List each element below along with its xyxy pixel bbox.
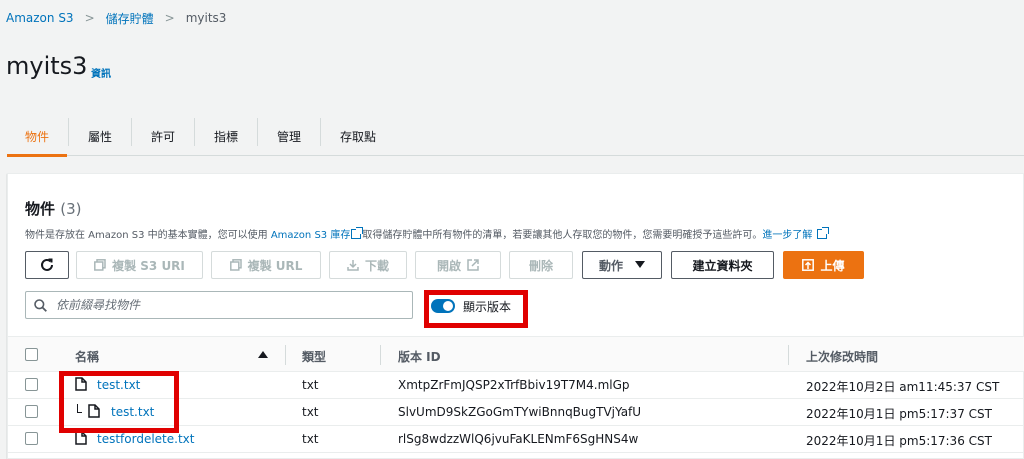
table-row: test.txt txt SlvUmD9SkZGoGmTYwiBnnqBugTV… <box>8 399 1024 426</box>
upload-button[interactable]: 上傳 <box>783 251 864 279</box>
refresh-button[interactable] <box>25 251 69 279</box>
tab-permissions[interactable]: 許可 <box>132 116 194 156</box>
external-link-icon <box>816 227 829 239</box>
actions-label: 動作 <box>598 258 623 273</box>
tab-metrics[interactable]: 指標 <box>195 116 257 156</box>
learn-more-link[interactable]: 進一步了解 <box>762 230 812 241</box>
file-icon <box>88 404 100 418</box>
objects-panel: 物件 (3) 物件是存放在 Amazon S3 中的基本實體，您可以使用 Ama… <box>7 173 1024 459</box>
tab-properties[interactable]: 屬性 <box>69 116 131 156</box>
upload-label: 上傳 <box>820 258 845 273</box>
object-type: txt <box>302 405 319 419</box>
column-divider <box>788 345 789 365</box>
actions-dropdown[interactable]: 動作 <box>582 251 662 279</box>
object-name-link[interactable]: test.txt <box>111 405 154 419</box>
search-input[interactable] <box>56 295 406 315</box>
sort-ascending-icon[interactable] <box>258 351 268 358</box>
select-all-checkbox[interactable] <box>25 348 38 361</box>
column-divider <box>380 345 381 365</box>
search-box <box>25 291 413 319</box>
copy-s3-uri-label: 複製 S3 URI <box>112 258 185 273</box>
breadcrumb-amazon-s3[interactable]: Amazon S3 <box>6 11 74 25</box>
table-row: test.txt txt XmtpZrFmJQSP2xTrfBbiv19T7M4… <box>8 372 1024 399</box>
object-name-link[interactable]: testfordelete.txt <box>97 432 194 446</box>
description-text: 物件是存放在 Amazon S3 中的基本實體，您可以使用 <box>25 230 271 241</box>
create-folder-label: 建立資料夾 <box>692 258 753 273</box>
column-header-version-id[interactable]: 版本 ID <box>398 348 441 365</box>
table-row: testfordelete.txt txt rlSg8wdzzWlQ6jvuFa… <box>8 426 1024 453</box>
object-type: txt <box>302 432 319 446</box>
open-button[interactable]: 開啟 <box>415 251 501 279</box>
copy-url-button[interactable]: 複製 URL <box>211 251 321 279</box>
page-title: myits3 <box>6 52 88 80</box>
breadcrumb-chevron-icon: > <box>84 11 95 25</box>
file-icon <box>75 377 87 391</box>
object-count: (3) <box>60 200 82 218</box>
download-label: 下載 <box>364 258 389 273</box>
breadcrumb-current-bucket: myits3 <box>185 11 227 25</box>
info-link[interactable]: 資訊 <box>91 65 111 80</box>
object-last-modified: 2022年10月1日 pm5:17:37 CST <box>806 407 992 421</box>
object-last-modified: 2022年10月2日 am11:45:37 CST <box>806 380 1000 394</box>
panel-title: 物件 (3) <box>25 198 82 219</box>
inventory-link[interactable]: Amazon S3 庫存 <box>271 230 350 241</box>
copy-icon <box>229 259 242 271</box>
file-icon <box>75 431 87 445</box>
delete-label: 刪除 <box>528 258 553 273</box>
column-divider <box>285 345 286 365</box>
panel-description: 物件是存放在 Amazon S3 中的基本實體，您可以使用 Amazon S3 … <box>25 226 829 241</box>
object-type: txt <box>302 378 319 392</box>
breadcrumb: Amazon S3 > 儲存貯體 > myits3 <box>6 9 226 27</box>
object-version-id: rlSg8wdzzWlQ6jvuFaKLENmF6SgHNS4w <box>398 432 639 446</box>
row-checkbox[interactable] <box>25 378 38 391</box>
tab-objects[interactable]: 物件 <box>7 116 67 157</box>
search-icon <box>34 299 47 312</box>
object-version-id: SlvUmD9SkZGoGmTYwiBnnqBugTVjYafU <box>398 405 642 419</box>
row-checkbox[interactable] <box>25 432 38 445</box>
tab-management[interactable]: 管理 <box>258 116 320 156</box>
table-header: 名稱 類型 版本 ID 上次修改時間 <box>8 336 1024 372</box>
download-icon <box>347 260 359 271</box>
column-header-name[interactable]: 名稱 <box>75 348 99 365</box>
caret-down-icon <box>635 261 645 268</box>
copy-s3-uri-button[interactable]: 複製 S3 URI <box>76 251 203 279</box>
show-versions-label: 顯示版本 <box>463 299 512 314</box>
row-checkbox[interactable] <box>25 405 38 418</box>
show-versions-control: 顯示版本 <box>431 292 511 320</box>
open-label: 開啟 <box>436 258 461 273</box>
external-link-icon <box>467 259 479 271</box>
breadcrumb-buckets[interactable]: 儲存貯體 <box>106 10 154 27</box>
upload-icon <box>802 259 815 271</box>
object-last-modified: 2022年10月1日 pm5:17:36 CST <box>806 434 992 448</box>
delete-button[interactable]: 刪除 <box>509 251 573 279</box>
external-link-icon <box>351 227 364 239</box>
column-header-type[interactable]: 類型 <box>302 348 326 365</box>
panel-title-text: 物件 <box>25 200 56 218</box>
breadcrumb-chevron-icon: > <box>164 11 175 25</box>
column-header-last-modified[interactable]: 上次修改時間 <box>806 348 878 365</box>
create-folder-button[interactable]: 建立資料夾 <box>671 251 774 279</box>
tab-access-points[interactable]: 存取點 <box>321 116 395 156</box>
download-button[interactable]: 下載 <box>329 251 407 279</box>
description-text: 取得儲存貯體中所有物件的清單，若要讓其他人存取您的物件，您需要明確授予這些許可。 <box>362 230 763 241</box>
object-name-link[interactable]: test.txt <box>97 378 140 392</box>
copy-icon <box>94 259 106 271</box>
object-version-id: XmtpZrFmJQSP2xTrfBbiv19T7M4.mlGp <box>398 378 630 392</box>
version-branch-icon <box>77 404 82 413</box>
copy-url-label: 複製 URL <box>247 258 303 273</box>
refresh-icon <box>41 258 53 271</box>
tab-bar: 物件 屬性 許可 指標 管理 存取點 <box>7 116 1024 157</box>
show-versions-toggle[interactable] <box>431 299 455 313</box>
